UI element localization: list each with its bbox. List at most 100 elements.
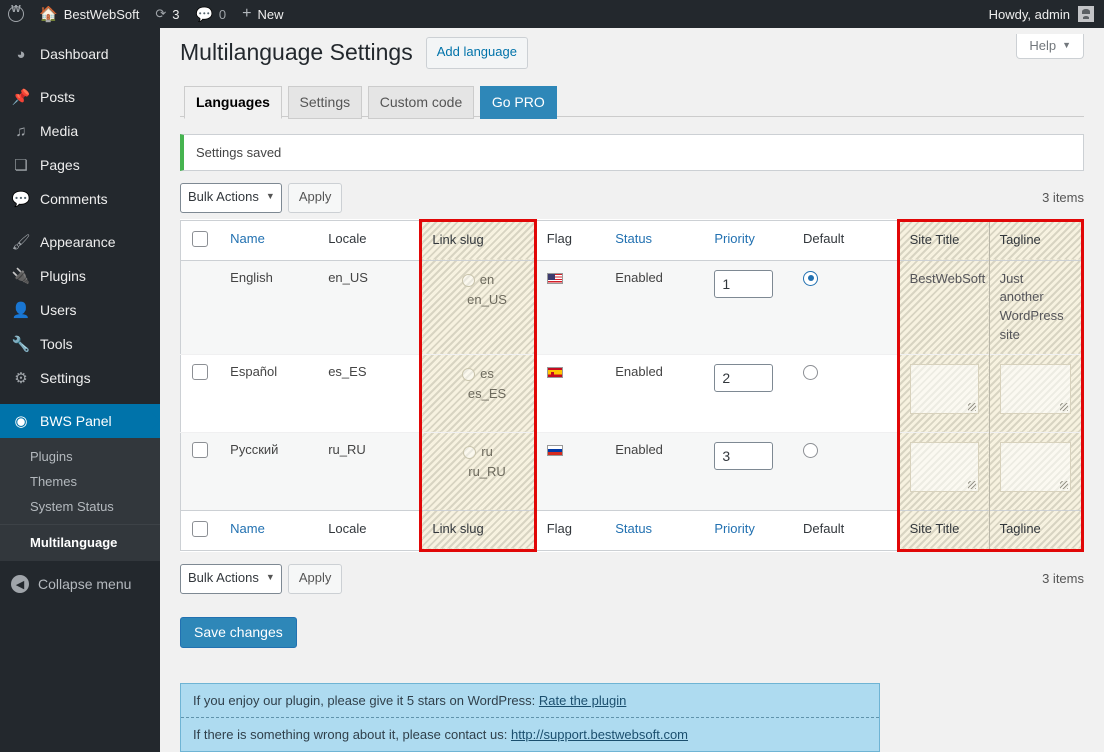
tab-go-pro[interactable]: Go PRO [480,86,557,119]
column-footer-status[interactable]: Status [605,510,704,550]
site-name-menu[interactable]: 🏠 BestWebSoft [31,0,147,28]
link-slug-radio-short[interactable] [462,274,475,287]
settings-sliders-icon: ⚙ [11,369,31,387]
rate-plugin-link[interactable]: Rate the plugin [539,693,626,708]
tagline-textarea[interactable] [1000,442,1071,492]
column-header-status[interactable]: Status [605,220,704,260]
bulk-actions-label: Bulk Actions [188,570,259,585]
row-select-cell[interactable] [181,354,221,432]
row-tagline [989,432,1082,510]
default-radio[interactable] [803,365,818,380]
tablenav-top: Bulk Actions ▼ Apply 3 items [180,171,1084,219]
sidebar-item-media[interactable]: ♫ Media [0,114,160,148]
help-button[interactable]: Help ▼ [1016,34,1084,59]
apply-button-bottom[interactable]: Apply [288,564,343,594]
sidebar-item-tools[interactable]: 🔧 Tools [0,327,160,361]
sidebar-item-bws-panel[interactable]: ◉ BWS Panel [0,404,160,438]
sidebar-item-settings[interactable]: ⚙ Settings [0,361,160,395]
main-content: Help ▼ Multilanguage Settings Add langua… [160,28,1104,752]
select-all-header[interactable] [181,220,221,260]
column-header-name[interactable]: Name [220,220,318,260]
link-slug-radio-short[interactable] [463,446,476,459]
row-default-cell [793,354,898,432]
support-link[interactable]: http://support.bestwebsoft.com [511,727,688,742]
select-all-checkbox[interactable] [192,521,208,537]
sidebar-subitem-multilanguage[interactable]: Multilanguage [0,530,160,555]
priority-input[interactable] [714,442,773,470]
row-default-cell [793,260,898,354]
updates-menu[interactable]: ⟳ 3 [147,0,187,28]
row-checkbox[interactable] [192,364,208,380]
sidebar-item-users[interactable]: 👤 Users [0,293,160,327]
media-icon: ♫ [11,123,31,140]
priority-input[interactable] [714,270,773,298]
tab-settings[interactable]: Settings [288,86,363,119]
sidebar-subitem-plugins[interactable]: Plugins [0,444,160,469]
comments-count: 0 [219,7,226,22]
account-menu[interactable]: Howdy, admin [989,6,1104,22]
collapse-menu-button[interactable]: ◀ Collapse menu [0,567,160,601]
sidebar-item-label: Media [40,123,78,139]
sidebar-item-pages[interactable]: ❏ Pages [0,148,160,182]
support-text: If there is something wrong about it, pl… [193,727,511,742]
default-radio[interactable] [803,443,818,458]
bws-panel-submenu: Plugins Themes System Status Multilangua… [0,438,160,561]
row-select-cell[interactable] [181,432,221,510]
tab-custom-code[interactable]: Custom code [368,86,474,119]
comments-icon: 💬 [195,6,212,23]
priority-input[interactable] [714,364,773,392]
pages-icon: ❏ [11,156,31,174]
items-count-bottom: 3 items [1042,571,1084,586]
row-site-title [898,354,989,432]
sidebar-item-label: Pages [40,157,80,173]
default-radio[interactable] [803,271,818,286]
sidebar-item-dashboard[interactable]: ◕ Dashboard [0,37,160,71]
tab-languages[interactable]: Languages [184,86,282,119]
apply-button-top[interactable]: Apply [288,183,343,213]
add-language-button[interactable]: Add language [426,37,528,69]
site-title-textarea[interactable] [910,364,979,414]
row-tagline [989,354,1082,432]
sidebar-subitem-themes[interactable]: Themes [0,469,160,494]
collapse-menu-label: Collapse menu [38,576,131,592]
settings-saved-notice: Settings saved [180,134,1084,171]
link-slug-radio-short[interactable] [462,368,475,381]
column-header-locale: Locale [318,220,421,260]
bws-panel-icon: ◉ [11,412,31,430]
link-slug-full: en_US [467,292,507,307]
sidebar-item-comments[interactable]: 💬 Comments [0,182,160,216]
row-default-cell [793,432,898,510]
column-footer-default: Default [793,510,898,550]
sidebar-item-label: Tools [40,336,73,352]
column-header-flag: Flag [535,220,605,260]
sidebar-item-plugins[interactable]: 🔌 Plugins [0,259,160,293]
row-link-slug: es es_ES [421,354,535,432]
column-header-priority[interactable]: Priority [704,220,793,260]
sidebar-subitem-system-status[interactable]: System Status [0,494,160,519]
sidebar-item-appearance[interactable]: 🖌 Appearance [0,225,160,259]
column-footer-name[interactable]: Name [220,510,318,550]
select-all-footer[interactable] [181,510,221,550]
tagline-textarea[interactable] [1000,364,1071,414]
row-checkbox[interactable] [192,442,208,458]
support-row: If there is something wrong about it, pl… [181,718,879,751]
site-title-textarea[interactable] [910,442,979,492]
column-header-site-title: Site Title [898,220,989,260]
row-site-title: BestWebSoft [898,260,989,354]
chevron-down-icon: ▼ [1062,41,1071,50]
items-count-top: 3 items [1042,190,1084,205]
new-content-menu[interactable]: + New [234,0,291,28]
sidebar-item-label: Settings [40,370,91,386]
wordpress-logo-button[interactable] [0,0,31,28]
updates-count: 3 [172,7,179,22]
column-footer-flag: Flag [535,510,605,550]
comments-menu[interactable]: 💬 0 [187,0,234,28]
select-all-checkbox[interactable] [192,231,208,247]
sidebar-item-posts[interactable]: 📌 Posts [0,80,160,114]
chevron-down-icon: ▼ [266,189,275,203]
bulk-actions-select-top[interactable]: Bulk Actions ▼ [180,183,282,213]
table-header-row: Name Locale Link slug Flag Status Priori… [181,220,1083,260]
save-changes-button[interactable]: Save changes [180,617,297,648]
bulk-actions-select-bottom[interactable]: Bulk Actions ▼ [180,564,282,594]
column-footer-priority[interactable]: Priority [704,510,793,550]
